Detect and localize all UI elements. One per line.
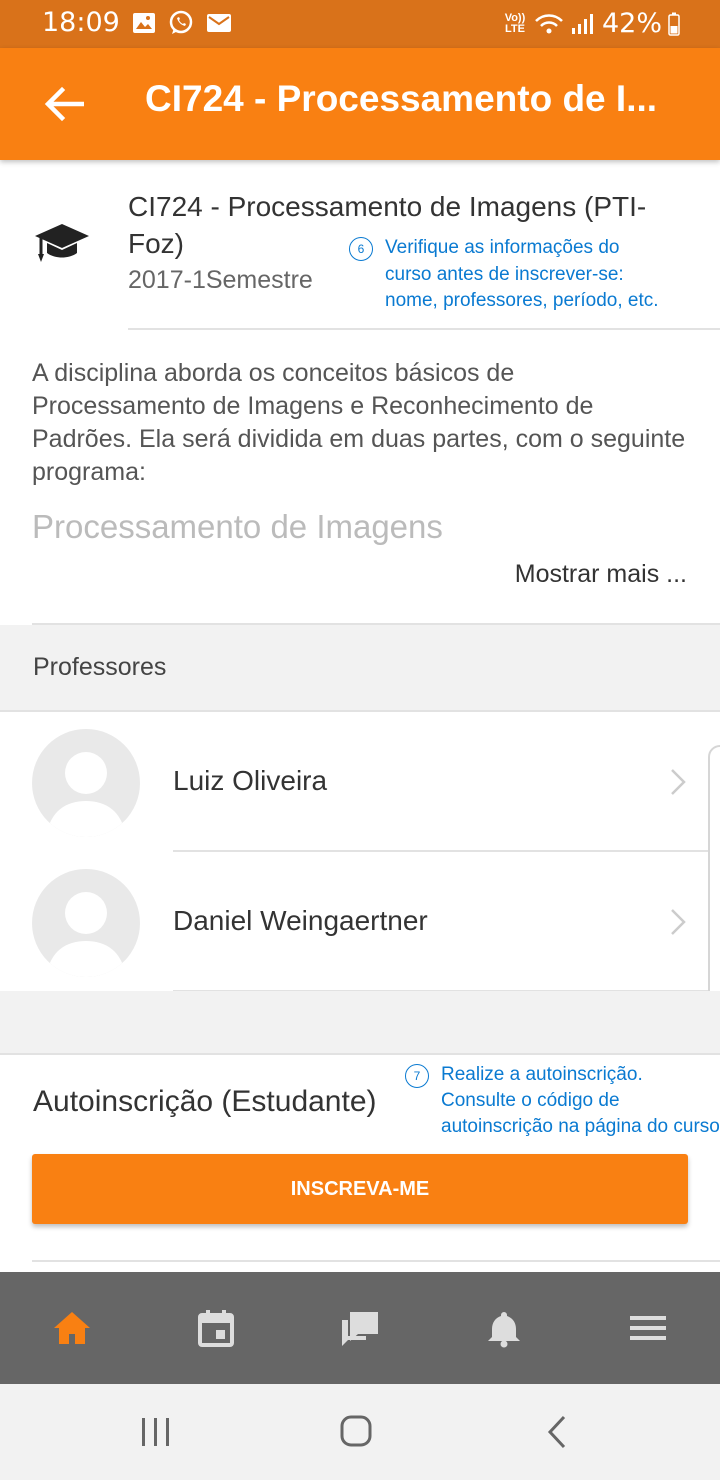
chevron-right-icon bbox=[671, 769, 686, 795]
wifi-icon bbox=[535, 13, 563, 33]
status-time: 18:09 bbox=[42, 7, 120, 38]
annotation-number: 7 bbox=[405, 1064, 429, 1088]
annotation-line: Realize a autoinscrição. bbox=[441, 1064, 643, 1085]
section-gap bbox=[0, 991, 720, 1055]
self-enrolment-title: Autoinscrição (Estudante) bbox=[33, 1085, 377, 1118]
teachers-label: Professores bbox=[33, 653, 167, 681]
teacher-name: Luiz Oliveira bbox=[173, 765, 328, 796]
calendar-icon bbox=[198, 1310, 234, 1347]
lte-indicator: Vo)) LTE bbox=[504, 11, 526, 35]
user-placeholder-icon bbox=[46, 892, 126, 977]
annotation-line: nome, professores, período, etc. bbox=[385, 290, 659, 311]
notifications-icon bbox=[488, 1312, 520, 1348]
user-placeholder-icon bbox=[46, 752, 126, 837]
annotation-number: 6 bbox=[349, 237, 373, 261]
annotation-line: autoinscrição na página do curso. bbox=[441, 1116, 720, 1137]
summary-heading: Processamento de Imagens bbox=[32, 508, 443, 545]
course-period: 2017-1Semestre bbox=[128, 266, 313, 294]
teacher-item[interactable]: Daniel Weingaertner bbox=[0, 852, 720, 992]
chevron-right-icon bbox=[671, 909, 686, 935]
teacher-name: Daniel Weingaertner bbox=[173, 905, 428, 936]
tab-notifications[interactable] bbox=[432, 1272, 576, 1384]
teachers-section-header: Professores bbox=[0, 625, 720, 712]
status-right: Vo)) LTE 42% bbox=[502, 8, 680, 39]
battery-percent: 42% bbox=[601, 8, 662, 39]
status-bar: 18:09 Vo)) LTE 42% bbox=[0, 0, 720, 48]
tab-menu[interactable] bbox=[576, 1272, 720, 1384]
back-arrow-icon[interactable] bbox=[44, 86, 84, 122]
avatar bbox=[32, 869, 140, 977]
home-icon bbox=[54, 1312, 90, 1344]
gallery-icon bbox=[133, 13, 155, 33]
course-summary: A disciplina aborda os conceitos básicos… bbox=[32, 359, 686, 486]
scroll-indicator[interactable] bbox=[708, 745, 720, 1027]
back-button-icon[interactable] bbox=[538, 1414, 578, 1450]
menu-icon bbox=[630, 1316, 666, 1340]
annotation-line: Verifique as informações do bbox=[385, 237, 620, 258]
messages-icon bbox=[342, 1312, 378, 1346]
battery-icon bbox=[668, 12, 680, 36]
tab-messages[interactable] bbox=[288, 1272, 432, 1384]
teacher-item[interactable]: Luiz Oliveira bbox=[0, 712, 720, 852]
email-icon bbox=[207, 14, 231, 32]
graduation-cap-icon bbox=[35, 224, 89, 262]
tab-calendar[interactable] bbox=[144, 1272, 288, 1384]
system-navigation-bar bbox=[0, 1384, 720, 1480]
avatar bbox=[32, 729, 140, 837]
recent-apps-icon[interactable] bbox=[136, 1414, 176, 1450]
show-more-link[interactable]: Mostrar mais ... bbox=[515, 560, 687, 589]
signal-icon bbox=[571, 13, 593, 34]
page-title: CI724 - Processamento de I... bbox=[145, 78, 658, 119]
bottom-navigation bbox=[0, 1272, 720, 1384]
app-bar: CI724 - Processamento de I... bbox=[0, 48, 720, 160]
home-button-icon[interactable] bbox=[336, 1414, 376, 1450]
annotation-line: curso antes de inscrever-se: bbox=[385, 264, 624, 285]
enrol-me-button[interactable]: INSCREVA-ME bbox=[32, 1154, 688, 1224]
tab-home[interactable] bbox=[0, 1272, 144, 1384]
annotation-line: Consulte o código de bbox=[441, 1090, 620, 1111]
divider bbox=[128, 328, 720, 330]
whatsapp-icon bbox=[169, 10, 193, 34]
divider bbox=[32, 1260, 720, 1262]
